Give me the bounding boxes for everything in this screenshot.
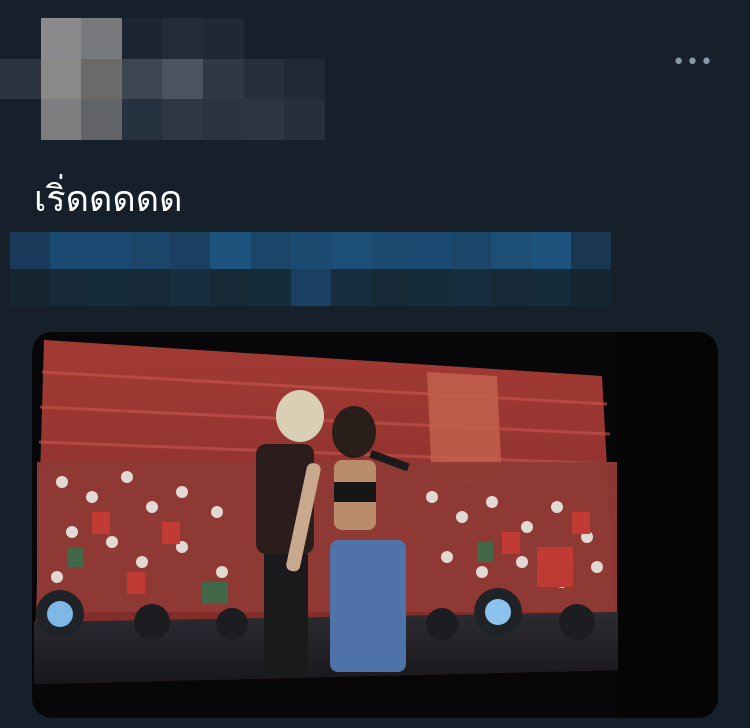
crowd [37,462,617,612]
mosaic-cell [162,58,203,100]
mosaic-cell [284,18,325,59]
mosaic-cell [330,269,371,306]
tweet-text: เริ่ดดดดด [34,179,183,220]
mosaic-cell [370,269,411,306]
phone-screen-photo [34,340,618,684]
mosaic-cell [50,232,91,269]
mosaic-cell [10,269,51,306]
tweet-media[interactable] [32,332,718,718]
mosaic-cell [571,232,612,269]
mosaic-cell [202,18,244,59]
mosaic-cell [121,18,163,59]
mosaic-cell [491,232,532,269]
mosaic-cell [330,232,371,269]
mosaic-cell [531,232,572,269]
mosaic-cell [130,269,171,306]
mosaic-cell [121,99,163,140]
mosaic-cell [451,232,492,269]
mosaic-cell [162,99,203,140]
concert-photo [34,332,718,718]
mosaic-cell [410,232,452,269]
mosaic-cell [121,58,163,100]
mosaic-cell [290,232,331,269]
mosaic-cell [0,18,41,59]
mosaic-cell [250,269,291,306]
mosaic-cell [451,269,492,306]
mosaic-cell [130,232,171,269]
mosaic-cell [284,58,325,100]
mosaic-cell [81,18,122,59]
mosaic-cell [202,99,244,140]
mosaic-cell [162,18,203,59]
mosaic-cell [210,232,251,269]
mosaic-cell [491,269,532,306]
mosaic-cell [40,18,82,59]
more-options-icon[interactable]: ••• [672,52,714,74]
mosaic-cell [243,99,285,140]
mosaic-cell [243,18,285,59]
mosaic-cell [40,58,82,100]
mosaic-cell [571,269,612,306]
mosaic-cell [0,99,41,140]
mosaic-cell [90,269,131,306]
mosaic-cell [410,269,452,306]
mosaic-cell [370,232,411,269]
mosaic-cell [81,58,122,100]
mosaic-cell [202,58,244,100]
mosaic-cell [40,99,82,140]
mosaic-cell [290,269,331,306]
mosaic-cell [284,99,325,140]
mosaic-cell [531,269,572,306]
mosaic-cell [170,269,211,306]
mosaic-cell [50,269,91,306]
mosaic-cell [0,58,41,100]
mosaic-cell [210,269,251,306]
censored-caption [10,232,612,306]
mosaic-cell [90,232,131,269]
mosaic-cell [10,232,51,269]
censored-profile-header [0,18,325,140]
mosaic-cell [170,232,211,269]
mosaic-cell [81,99,122,140]
mosaic-cell [250,232,291,269]
mosaic-cell [243,58,285,100]
